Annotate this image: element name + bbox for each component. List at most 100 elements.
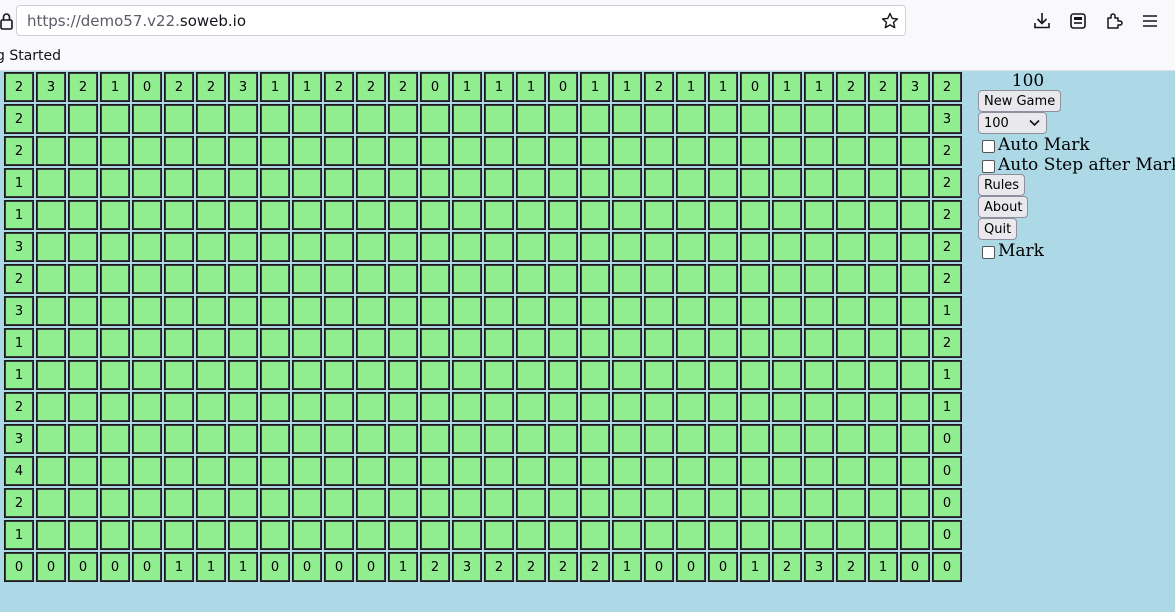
board-cell[interactable] — [804, 328, 834, 358]
board-cell[interactable] — [132, 264, 162, 294]
board-cell[interactable] — [196, 456, 226, 486]
board-cell[interactable] — [228, 328, 258, 358]
board-cell[interactable] — [772, 392, 802, 422]
board-cell[interactable] — [772, 232, 802, 262]
board-cell[interactable] — [228, 424, 258, 454]
board-cell[interactable] — [676, 168, 706, 198]
board-cell[interactable] — [676, 200, 706, 230]
board-cell[interactable] — [836, 136, 866, 166]
board-cell[interactable] — [484, 520, 514, 550]
board-cell[interactable] — [836, 264, 866, 294]
board-cell[interactable] — [292, 520, 322, 550]
star-icon[interactable] — [881, 12, 899, 30]
board-cell[interactable] — [868, 264, 898, 294]
board-cell[interactable]: 0 — [932, 552, 962, 582]
board-cell[interactable] — [260, 232, 290, 262]
board-cell[interactable] — [388, 136, 418, 166]
board-cell[interactable] — [36, 520, 66, 550]
board-cell[interactable] — [740, 392, 770, 422]
menu-icon[interactable] — [1140, 11, 1160, 31]
board-cell[interactable] — [516, 136, 546, 166]
board-cell[interactable] — [484, 264, 514, 294]
board-cell[interactable] — [708, 136, 738, 166]
board-cell[interactable] — [260, 296, 290, 326]
board-cell[interactable]: 1 — [772, 72, 802, 102]
board-cell[interactable]: 2 — [388, 72, 418, 102]
board-cell[interactable] — [292, 360, 322, 390]
board-cell[interactable] — [452, 424, 482, 454]
board-cell[interactable] — [68, 424, 98, 454]
board-cell[interactable] — [292, 424, 322, 454]
board-cell[interactable] — [484, 232, 514, 262]
board-cell[interactable] — [452, 520, 482, 550]
board-cell[interactable] — [100, 296, 130, 326]
board-cell[interactable] — [644, 392, 674, 422]
board-cell[interactable] — [260, 168, 290, 198]
board-cell[interactable] — [164, 264, 194, 294]
board-cell[interactable] — [132, 520, 162, 550]
board-cell[interactable] — [804, 424, 834, 454]
board-cell[interactable] — [420, 520, 450, 550]
board-cell[interactable]: 0 — [68, 552, 98, 582]
board-cell[interactable] — [676, 360, 706, 390]
board-cell[interactable] — [132, 360, 162, 390]
board-cell[interactable] — [68, 168, 98, 198]
rules-button[interactable]: Rules — [978, 174, 1026, 196]
board-cell[interactable] — [420, 424, 450, 454]
board-cell[interactable] — [132, 456, 162, 486]
board-cell[interactable] — [580, 488, 610, 518]
board-cell[interactable] — [132, 488, 162, 518]
board-cell[interactable] — [324, 296, 354, 326]
board-cell[interactable] — [260, 360, 290, 390]
board-cell[interactable] — [740, 264, 770, 294]
board-cell[interactable] — [772, 200, 802, 230]
size-select[interactable]: 100 — [978, 112, 1047, 134]
board-cell[interactable] — [516, 328, 546, 358]
board-cell[interactable] — [708, 168, 738, 198]
board-cell[interactable] — [100, 168, 130, 198]
board-cell[interactable] — [868, 200, 898, 230]
board-cell[interactable] — [836, 296, 866, 326]
board-cell[interactable] — [388, 328, 418, 358]
board-cell[interactable] — [708, 232, 738, 262]
board-cell[interactable]: 2 — [196, 72, 226, 102]
board-cell[interactable]: 2 — [932, 136, 962, 166]
board-cell[interactable]: 2 — [4, 392, 34, 422]
board-cell[interactable] — [580, 360, 610, 390]
board-cell[interactable]: 2 — [548, 552, 578, 582]
board-cell[interactable]: 1 — [4, 360, 34, 390]
board-cell[interactable] — [388, 488, 418, 518]
board-cell[interactable] — [548, 104, 578, 134]
board-cell[interactable] — [644, 424, 674, 454]
board-cell[interactable] — [68, 456, 98, 486]
board-cell[interactable] — [580, 136, 610, 166]
board-cell[interactable]: 2 — [772, 552, 802, 582]
board-cell[interactable] — [516, 232, 546, 262]
board-cell[interactable] — [644, 136, 674, 166]
board-cell[interactable]: 0 — [932, 456, 962, 486]
board-cell[interactable] — [836, 424, 866, 454]
board-cell[interactable] — [228, 104, 258, 134]
board-cell[interactable] — [324, 264, 354, 294]
board-cell[interactable] — [260, 456, 290, 486]
board-cell[interactable] — [356, 232, 386, 262]
board-cell[interactable]: 2 — [932, 232, 962, 262]
board-cell[interactable] — [740, 328, 770, 358]
auto-mark-checkbox[interactable] — [982, 140, 995, 153]
board-cell[interactable]: 1 — [932, 296, 962, 326]
board-cell[interactable] — [676, 488, 706, 518]
board-cell[interactable] — [644, 360, 674, 390]
board-cell[interactable]: 0 — [548, 72, 578, 102]
board-cell[interactable] — [740, 296, 770, 326]
board-cell[interactable] — [708, 328, 738, 358]
board-cell[interactable]: 2 — [644, 72, 674, 102]
board-cell[interactable] — [100, 392, 130, 422]
board-cell[interactable] — [324, 168, 354, 198]
board-cell[interactable] — [452, 232, 482, 262]
board-cell[interactable] — [804, 200, 834, 230]
board-cell[interactable] — [836, 200, 866, 230]
board-cell[interactable]: 0 — [356, 552, 386, 582]
board-cell[interactable] — [612, 168, 642, 198]
board-cell[interactable] — [164, 136, 194, 166]
board-cell[interactable] — [324, 360, 354, 390]
